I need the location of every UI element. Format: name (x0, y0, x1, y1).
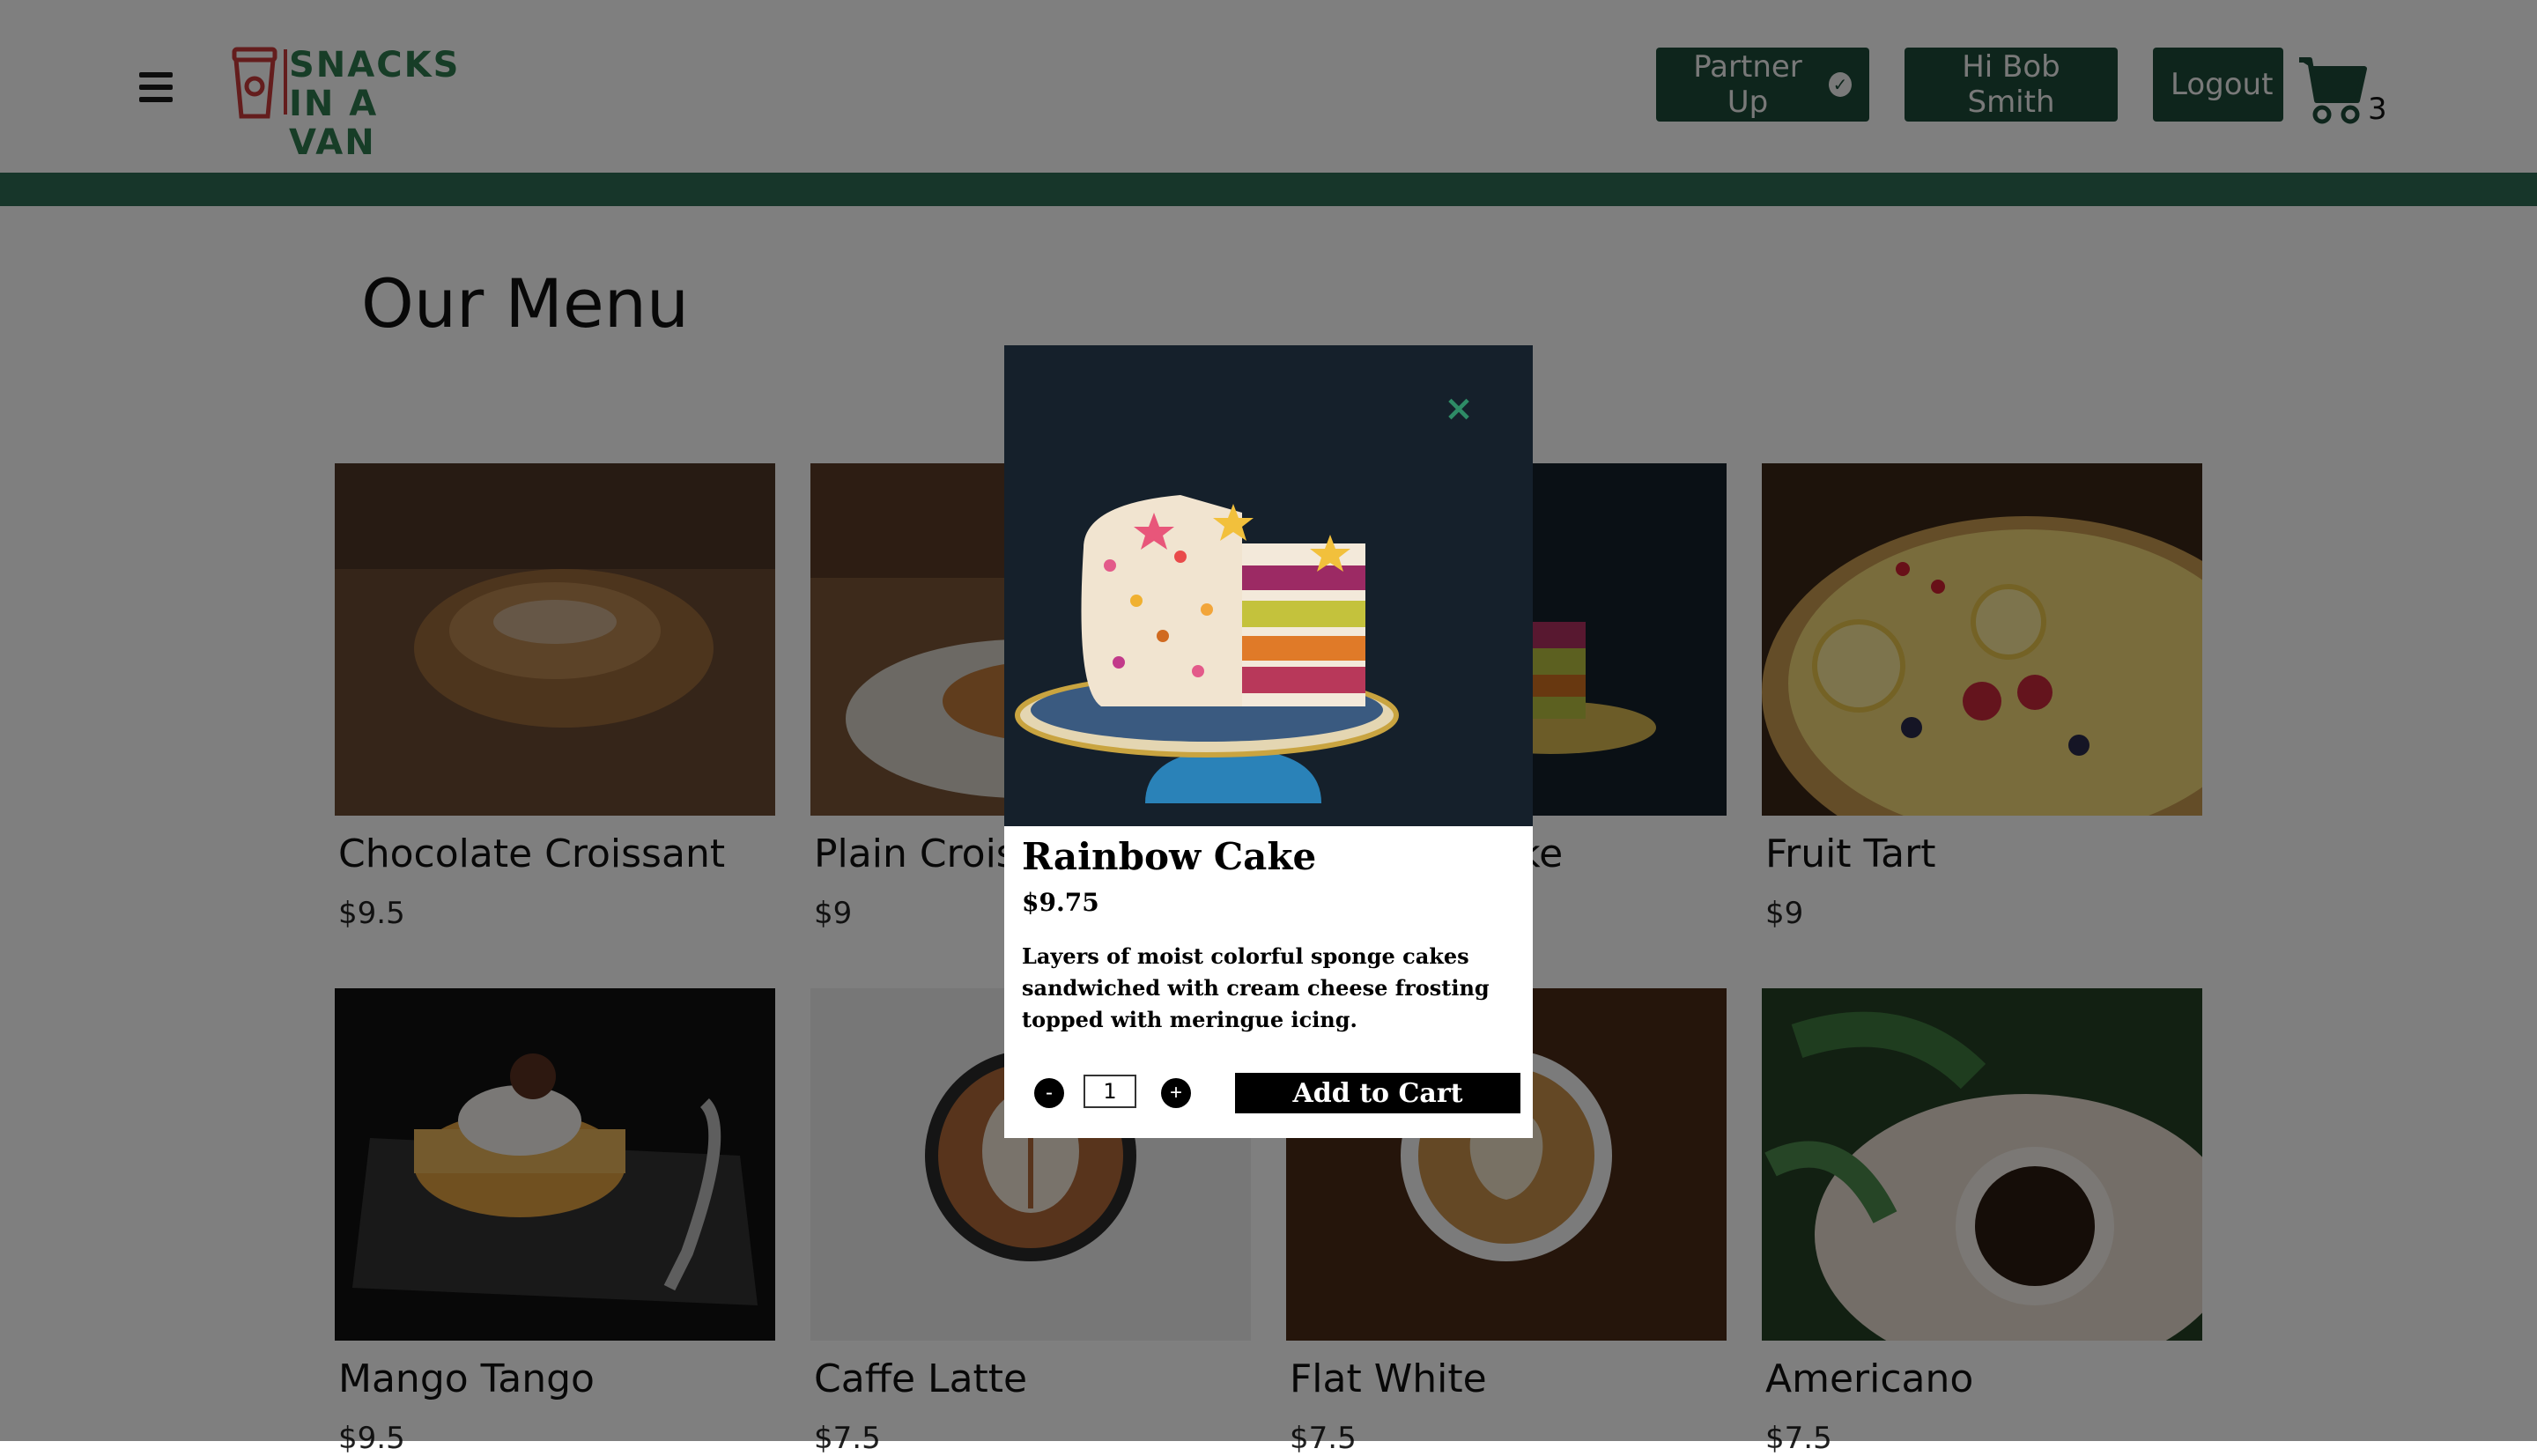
modal-item-price: $9.75 (1022, 888, 1099, 917)
modal-item-description: Layers of moist colorful sponge cakes sa… (1022, 943, 1490, 1032)
add-to-cart-button[interactable]: Add to Cart (1235, 1073, 1520, 1113)
decrement-quantity-button[interactable]: - (1034, 1078, 1064, 1108)
item-detail-modal: × Rainbow Cake $9.75 Layers of moist col… (1004, 345, 1533, 1138)
increment-quantity-button[interactable]: + (1161, 1078, 1191, 1108)
close-icon[interactable]: × (1443, 391, 1475, 426)
modal-item-title: Rainbow Cake (1022, 835, 1317, 878)
quantity-input[interactable] (1084, 1075, 1136, 1108)
